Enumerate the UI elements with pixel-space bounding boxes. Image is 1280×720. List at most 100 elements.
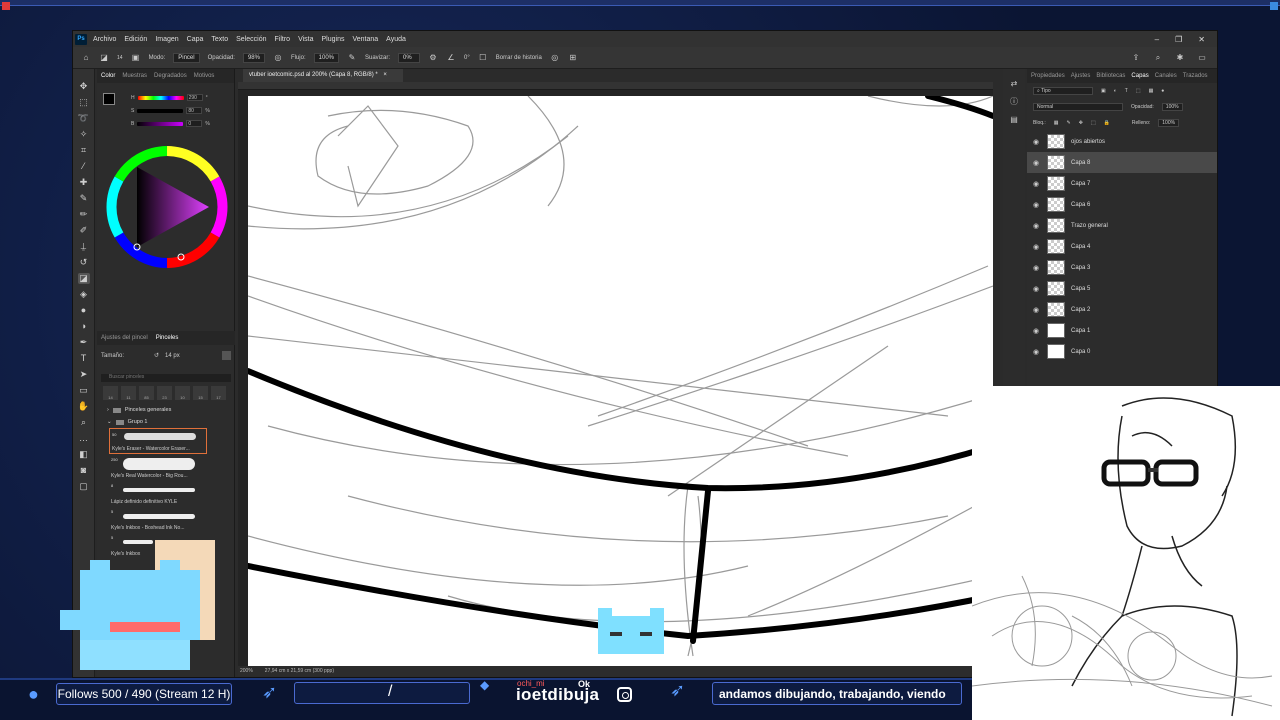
tab-properties[interactable]: Propiedades	[1031, 73, 1065, 79]
brush-preset[interactable]: 11	[121, 386, 136, 400]
eye-icon[interactable]: ◉	[1033, 138, 1041, 146]
lasso-tool-icon[interactable]: ➰	[78, 113, 90, 124]
layer-row[interactable]: ◉ Capa 1	[1027, 320, 1217, 341]
more-tools-icon[interactable]: …	[78, 433, 90, 444]
workspace-icon[interactable]: ▭	[1197, 53, 1207, 63]
healing-tool-icon[interactable]: ✚	[78, 177, 90, 188]
group-general-brushes[interactable]: › Pinceles generales	[97, 404, 235, 416]
menu-archivo[interactable]: Archivo	[93, 36, 116, 43]
tab-color[interactable]: Color	[101, 73, 115, 79]
brush-size-preview[interactable]: 14	[117, 55, 123, 61]
pencil-tool-icon[interactable]: ✏	[78, 209, 90, 220]
info-panel-icon[interactable]: ⓘ	[1010, 96, 1018, 107]
quick-mask-icon[interactable]: ◙	[78, 465, 90, 476]
lock-paint-icon[interactable]: ✎	[1067, 120, 1071, 126]
filter-type-icon[interactable]: T	[1125, 88, 1128, 94]
close-tab-icon[interactable]: ×	[383, 72, 387, 78]
brush-tool-icon[interactable]: ✎	[78, 193, 90, 204]
tab-layers[interactable]: Capas	[1131, 73, 1148, 79]
brush-preset[interactable]: 14	[103, 386, 118, 400]
drawing-canvas[interactable]	[248, 96, 993, 666]
minimize-icon[interactable]: –	[1155, 35, 1159, 44]
tab-paths[interactable]: Trazados	[1183, 73, 1208, 79]
tab-adjustments[interactable]: Ajustes	[1071, 73, 1091, 79]
zoom-tool-icon[interactable]: ⌕	[78, 417, 90, 428]
layer-row[interactable]: ◉ Capa 4	[1027, 236, 1217, 257]
blur-tool-icon[interactable]: ●	[78, 305, 90, 316]
home-icon[interactable]: ⌂	[81, 53, 91, 63]
stamp-tool-icon[interactable]: ⍊	[78, 241, 90, 252]
layer-row[interactable]: ◉ Capa 2	[1027, 299, 1217, 320]
screen-mode-icon[interactable]: ▢	[78, 481, 90, 492]
lock-artboard-icon[interactable]: ⬚	[1091, 120, 1096, 126]
history-checkbox[interactable]: ☐	[478, 53, 488, 63]
flow-input[interactable]: 100%	[313, 52, 339, 63]
color-swatches-icon[interactable]: ◧	[78, 449, 90, 460]
marquee-tool-icon[interactable]: ⬚	[78, 97, 90, 108]
layer-row[interactable]: ◉ ojos abiertos	[1027, 131, 1217, 152]
pressure-opacity-icon[interactable]: ◎	[273, 53, 283, 63]
lock-transparency-icon[interactable]: ▦	[1054, 120, 1059, 126]
close-icon[interactable]: ✕	[1198, 35, 1205, 44]
filter-pixel-icon[interactable]: ▣	[1101, 88, 1106, 94]
menu-ventana[interactable]: Ventana	[352, 36, 378, 43]
fill-input[interactable]: 100%	[1158, 119, 1180, 127]
lock-move-icon[interactable]: ✥	[1079, 120, 1083, 126]
eye-icon[interactable]: ◉	[1033, 306, 1041, 314]
path-select-tool-icon[interactable]: ➤	[78, 369, 90, 380]
maximize-icon[interactable]: ❐	[1175, 35, 1182, 44]
tab-patterns[interactable]: Motivos	[194, 73, 215, 79]
type-tool-icon[interactable]: T	[78, 353, 90, 364]
brush-item-inkbox-boxhead[interactable]: 5 Kyle's Inkbox - Boxhead Ink No...	[109, 506, 207, 532]
blend-mode-select[interactable]: Normal	[1033, 103, 1123, 111]
new-brush-icon[interactable]	[222, 351, 231, 360]
brightness-value[interactable]: 0	[186, 120, 203, 127]
layer-row[interactable]: ◉ Capa 0	[1027, 341, 1217, 362]
history-brush-tool-icon[interactable]: ↺	[78, 257, 90, 268]
tab-gradients[interactable]: Degradados	[154, 73, 187, 79]
layer-row[interactable]: ◉ Trazo general	[1027, 215, 1217, 236]
hand-tool-icon[interactable]: ✋	[78, 401, 90, 412]
tab-brushes[interactable]: Pinceles	[156, 335, 179, 341]
brush-item-lapiz[interactable]: 8 Lápiz definido definitivo KYLE	[109, 480, 207, 506]
eye-icon[interactable]: ◉	[1033, 222, 1041, 230]
properties-panel-icon[interactable]: ⇄	[1011, 79, 1018, 88]
brightness-slider[interactable]	[137, 121, 184, 126]
brush-preset[interactable]: 23	[157, 386, 172, 400]
pressure-size-icon[interactable]: ◎	[550, 53, 560, 63]
layer-row[interactable]: ◉ Capa 6	[1027, 194, 1217, 215]
dodge-tool-icon[interactable]: ◑	[78, 321, 90, 332]
filter-shape-icon[interactable]: ⬚	[1136, 88, 1141, 94]
layer-row-selected[interactable]: ◉ Capa 8	[1027, 152, 1217, 173]
layer-row[interactable]: ◉ Capa 7	[1027, 173, 1217, 194]
tab-libraries[interactable]: Bibliotecas	[1096, 73, 1125, 79]
layer-row[interactable]: ◉ Capa 3	[1027, 257, 1217, 278]
size-value[interactable]: 14 px	[165, 353, 180, 359]
opacity-input[interactable]: 98%	[242, 52, 265, 63]
menu-vista[interactable]: Vista	[298, 36, 313, 43]
share-icon[interactable]: ⇪	[1131, 53, 1141, 63]
menu-capa[interactable]: Capa	[187, 36, 204, 43]
menu-imagen[interactable]: Imagen	[155, 36, 178, 43]
smooth-input[interactable]: 0%	[398, 52, 421, 63]
menu-texto[interactable]: Texto	[211, 36, 228, 43]
mixer-brush-tool-icon[interactable]: ✐	[78, 225, 90, 236]
filter-smart-icon[interactable]: ▦	[1149, 88, 1154, 94]
comments-panel-icon[interactable]: ▤	[1010, 115, 1018, 124]
smooth-options-gear-icon[interactable]: ⚙	[428, 53, 438, 63]
foreground-color-swatch[interactable]	[103, 93, 115, 105]
menu-filtro[interactable]: Filtro	[275, 36, 291, 43]
brush-preset[interactable]: 15	[193, 386, 208, 400]
menu-ayuda[interactable]: Ayuda	[386, 36, 406, 43]
pen-tool-icon[interactable]: ✒	[78, 337, 90, 348]
eye-icon[interactable]: ◉	[1033, 264, 1041, 272]
tab-channels[interactable]: Canales	[1155, 73, 1177, 79]
airbrush-icon[interactable]: ✎	[347, 53, 357, 63]
mode-select[interactable]: Pincel	[173, 52, 200, 63]
brush-preset[interactable]: 17	[211, 386, 226, 400]
layer-opacity-input[interactable]: 100%	[1161, 103, 1183, 111]
eye-icon[interactable]: ◉	[1033, 159, 1041, 167]
tab-brush-settings[interactable]: Ajustes del pincel	[101, 335, 148, 341]
zoom-level[interactable]: 200%	[240, 668, 253, 674]
brush-preset[interactable]: 85	[139, 386, 154, 400]
